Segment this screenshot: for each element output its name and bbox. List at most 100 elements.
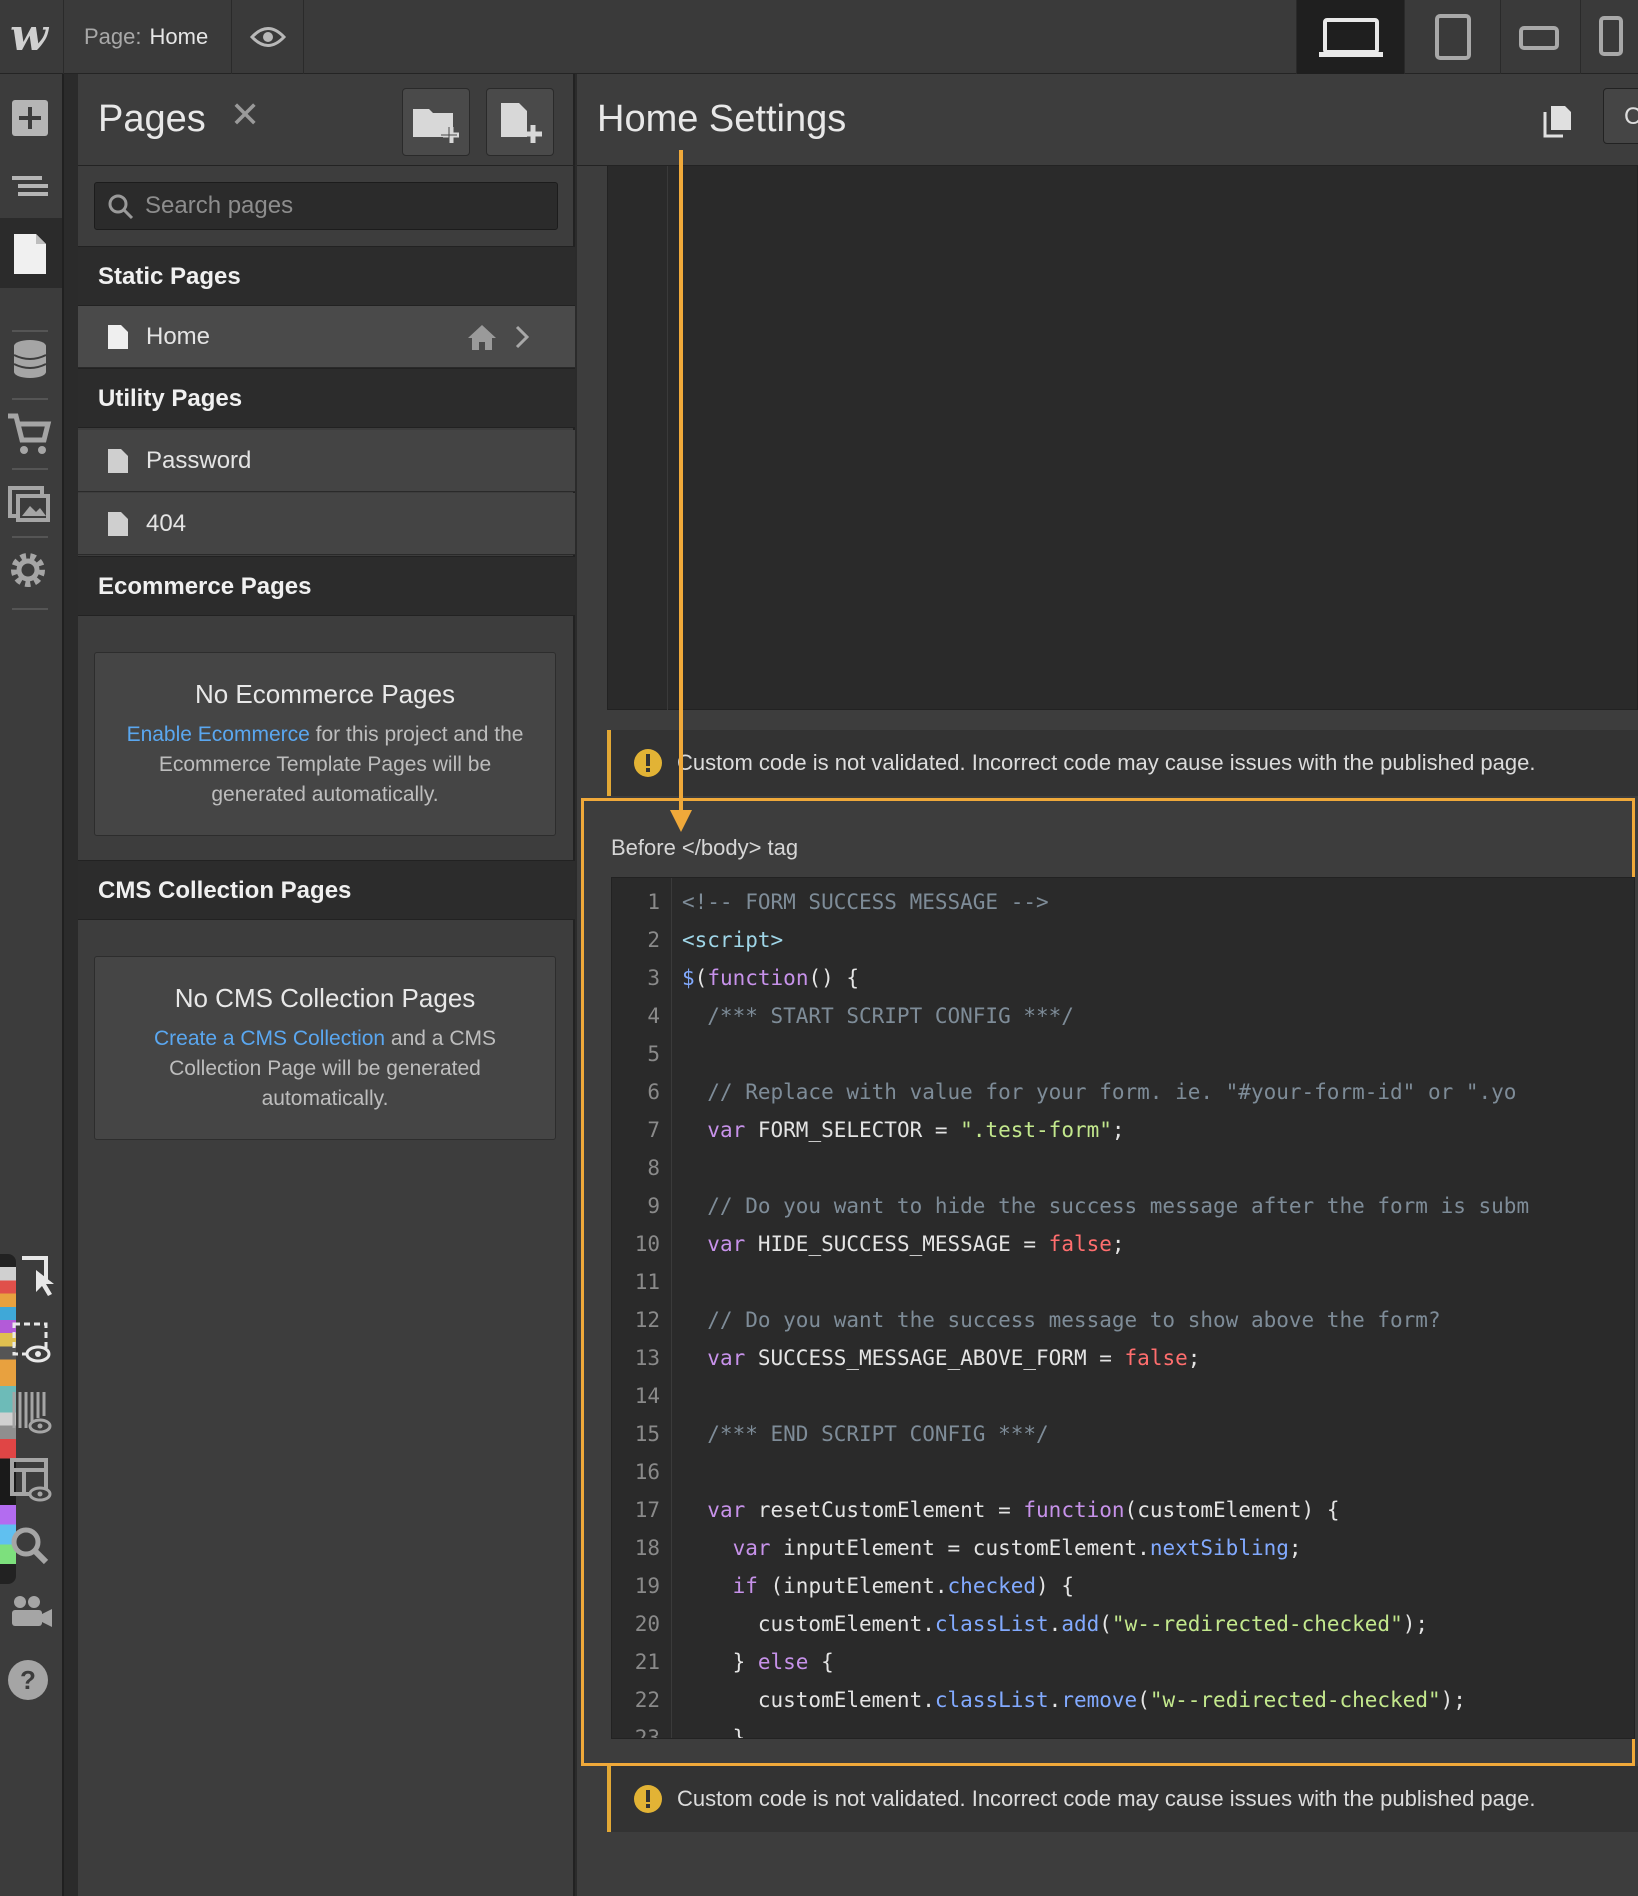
preview-button[interactable] (232, 0, 304, 74)
line-number: 13 (634, 1346, 660, 1370)
audit-icon (12, 1392, 52, 1434)
settings-body: Custom code is not validated. Incorrect … (577, 166, 1638, 1896)
line-number: 18 (634, 1536, 660, 1560)
line-number: 17 (634, 1498, 660, 1522)
code-line: /*** END SCRIPT CONFIG ***/ (682, 1422, 1049, 1446)
help-button[interactable]: ? (0, 1644, 62, 1714)
line-number: 16 (634, 1460, 660, 1484)
line-number: 23 (634, 1726, 660, 1739)
new-folder-button[interactable] (402, 88, 470, 156)
cms-button[interactable] (0, 322, 62, 392)
home-icon (468, 325, 496, 350)
template-preview-button[interactable] (0, 1444, 62, 1514)
new-folder-icon (413, 109, 459, 143)
ecommerce-button[interactable] (0, 398, 62, 468)
page-icon (108, 512, 128, 536)
code-line: $(function() { (682, 966, 860, 990)
cms-empty-state: No CMS Collection Pages Create a CMS Col… (94, 956, 556, 1140)
audit-button[interactable] (0, 1376, 62, 1446)
code-line: var FORM_SELECTOR = ".test-form"; (707, 1118, 1125, 1142)
page-icon (108, 325, 128, 349)
users-button[interactable] (0, 1576, 62, 1646)
desktop-breakpoint-button[interactable] (1296, 0, 1404, 74)
cms-icon (13, 340, 47, 378)
code-line: <!-- FORM SUCCESS MESSAGE --> (682, 890, 1049, 914)
mobile-portrait-icon (1599, 16, 1623, 56)
line-number: 8 (647, 1156, 660, 1180)
line-number: 3 (647, 966, 660, 990)
select-element-button[interactable] (0, 1240, 62, 1310)
preview-element-button[interactable] (0, 1308, 62, 1378)
code-line: // Replace with value for your form. ie.… (682, 1080, 1517, 1104)
settings-title: Home Settings (597, 98, 847, 140)
tablet-breakpoint-button[interactable] (1404, 0, 1500, 74)
search-button[interactable] (0, 1510, 62, 1580)
empty-state-description: Create a CMS Collection and a CMS Collec… (154, 1027, 496, 1110)
page-row-404[interactable]: 404 (78, 493, 575, 555)
mobile-portrait-breakpoint-button[interactable] (1580, 0, 1638, 74)
pages-panel-title: Pages (98, 98, 206, 140)
settings-action-button[interactable]: C (1603, 88, 1638, 144)
search-pages-box[interactable] (94, 182, 558, 230)
code-line: } (682, 1726, 746, 1739)
new-page-button[interactable] (486, 88, 554, 156)
add-icon (12, 100, 48, 136)
close-pages-panel-button[interactable]: ✕ (230, 94, 260, 136)
line-number: 5 (647, 1042, 660, 1066)
before-body-code-editor[interactable]: 1 2 3 4 5 6 7 8 9 10 11 12 13 14 15 16 17 18 19 20 21 22 23 <!… (611, 877, 1635, 1739)
code-line: var SUCCESS_MESSAGE_ABOVE_FORM = false; (707, 1346, 1201, 1370)
chevron-right-icon[interactable] (514, 324, 530, 350)
preview-element-icon (12, 1322, 51, 1363)
pages-icon (14, 234, 46, 274)
line-number: 4 (647, 1004, 660, 1028)
settings-header: Home Settings C (577, 74, 1638, 166)
custom-code-warning: Custom code is not validated. Incorrect … (607, 730, 1638, 796)
navigator-button[interactable] (0, 150, 62, 220)
line-number: 2 (647, 928, 660, 952)
custom-code-warning: Custom code is not validated. Incorrect … (607, 1766, 1638, 1832)
enable-ecommerce-link[interactable]: Enable Ecommerce (127, 723, 310, 746)
webflow-logo[interactable]: w (0, 0, 64, 74)
before-body-label: Before </body> tag (611, 835, 799, 860)
code-line: // Do you want the success message to sh… (682, 1308, 1441, 1332)
duplicate-page-icon[interactable] (1543, 104, 1573, 138)
page-row-password[interactable]: Password (78, 430, 575, 492)
top-bar: w Page: Home (0, 0, 1638, 74)
page-row-home[interactable]: Home (78, 306, 575, 368)
code-line: var HIDE_SUCCESS_MESSAGE = false; (707, 1232, 1125, 1256)
assets-button[interactable] (0, 468, 62, 538)
ecommerce-empty-state: No Ecommerce Pages Enable Ecommerce for … (94, 652, 556, 836)
left-toolbar: ? (0, 74, 64, 1896)
search-icon (11, 1527, 49, 1565)
line-number: 21 (634, 1650, 660, 1674)
line-number-gutter (608, 166, 668, 710)
page-row-label: Password (146, 447, 252, 474)
line-number: 9 (647, 1194, 660, 1218)
navigator-icon (12, 176, 48, 196)
code-line: customElement.classList.remove("w--redir… (682, 1688, 1466, 1712)
line-number: 1 (647, 890, 660, 914)
code-line: customElement.classList.add("w--redirect… (682, 1612, 1429, 1636)
code-line: } else { (682, 1650, 834, 1674)
template-preview-icon (10, 1458, 52, 1502)
warning-icon (634, 1785, 662, 1813)
search-pages-input[interactable] (145, 183, 545, 229)
add-panel-button[interactable] (0, 82, 62, 152)
head-code-editor[interactable] (607, 166, 1638, 710)
pages-button[interactable] (0, 218, 62, 288)
assets-icon (8, 486, 50, 522)
tablet-icon (1435, 14, 1471, 60)
line-number: 12 (634, 1308, 660, 1332)
settings-button[interactable] (0, 536, 62, 606)
code-line: /*** START SCRIPT CONFIG ***/ (682, 1004, 1074, 1028)
page-selector[interactable]: Page: Home (66, 0, 232, 74)
utility-pages-heading: Utility Pages (78, 368, 575, 428)
create-cms-collection-link[interactable]: Create a CMS Collection (154, 1027, 385, 1050)
line-number: 19 (634, 1574, 660, 1598)
before-body-code-section: Before </body> tag 1 2 3 4 5 6 7 8 9 10 11 12 13 14 15… (581, 798, 1635, 1766)
code-line: // Do you want to hide the success messa… (682, 1194, 1530, 1218)
code-line: var resetCustomElement = function(custom… (707, 1498, 1340, 1522)
code-line: var inputElement = customElement.nextSib… (732, 1536, 1302, 1560)
line-number: 22 (634, 1688, 660, 1712)
page-prefix: Page: (84, 24, 142, 49)
